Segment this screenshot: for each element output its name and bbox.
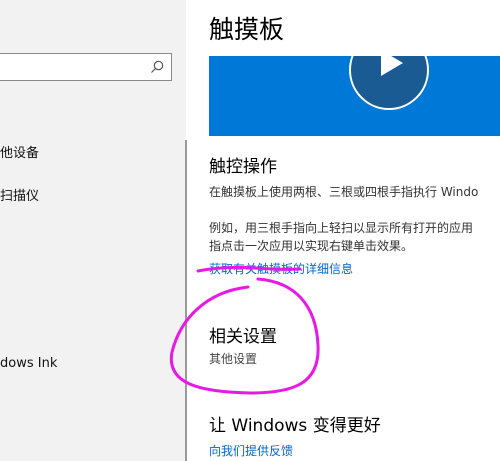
feedback-link[interactable]: 向我们提供反馈 xyxy=(209,442,293,459)
related-settings-heading: 相关设置 xyxy=(209,327,277,347)
touchpad-info-link[interactable]: 获取有关触摸板的详细信息 xyxy=(209,260,353,277)
search-icon[interactable] xyxy=(149,59,165,75)
improve-windows-heading: 让 Windows 变得更好 xyxy=(209,416,381,436)
touchpad-video[interactable] xyxy=(209,56,500,136)
search-input[interactable] xyxy=(0,53,172,81)
gestures-heading: 触控操作 xyxy=(209,157,277,177)
page-title: 触摸板 xyxy=(209,15,285,44)
nav-item-other-devices[interactable]: 他设备 xyxy=(0,142,39,161)
gestures-example-line2: 指点击一次应用以实现右键单击效果。 xyxy=(209,239,414,253)
nav-item-windows-ink[interactable]: dows Ink xyxy=(0,356,57,371)
gestures-description: 在触摸板上使用两根、三根或四根手指执行 Windo xyxy=(209,185,479,199)
nav-item-scanner[interactable]: 扫描仪 xyxy=(0,185,39,204)
play-icon xyxy=(381,56,403,76)
content-pane: 触摸板 触控操作 在触摸板上使用两根、三根或四根手指执行 Windo 例如，用三… xyxy=(187,0,500,461)
other-settings-link[interactable]: 其他设置 xyxy=(209,350,257,367)
play-button[interactable] xyxy=(349,56,429,110)
settings-nav-pane: 他设备 扫描仪 dows Ink xyxy=(0,0,186,461)
gestures-example-line1: 例如，用三根手指向上轻扫以显示所有打开的应用 xyxy=(209,221,474,235)
